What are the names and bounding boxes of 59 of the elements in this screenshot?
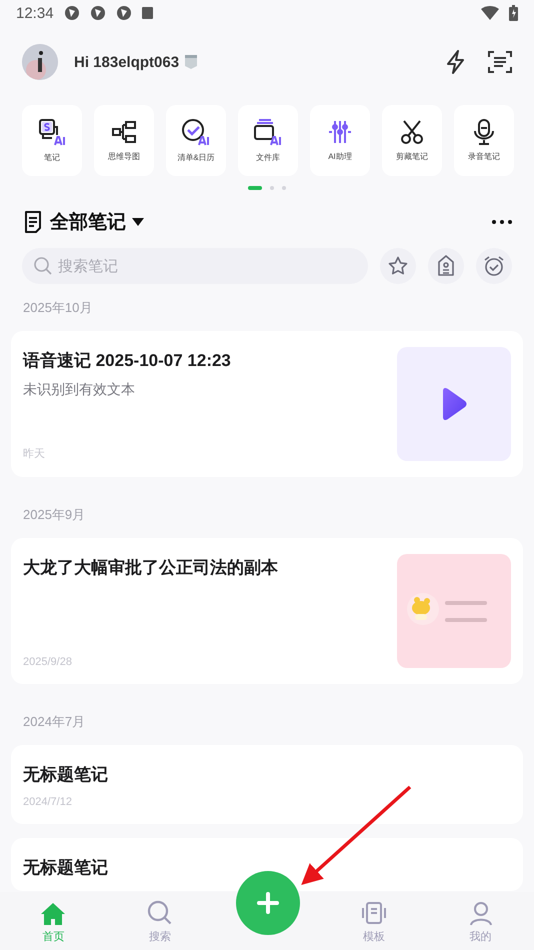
wifi-icon	[481, 6, 499, 20]
star-icon	[388, 256, 408, 276]
tool-tile[interactable]: AI助理	[310, 105, 370, 176]
template-icon	[360, 900, 387, 926]
search-icon	[147, 900, 174, 926]
note-card[interactable]: 无标题笔记	[11, 838, 523, 891]
keyboard-notification-icon	[142, 7, 153, 19]
note-card[interactable]: 大龙了大幅审批了公正司法的副本 2025/9/28	[11, 538, 523, 684]
note-date: 2025/9/28	[23, 655, 73, 668]
status-time: 12:34	[16, 4, 54, 22]
play-icon	[441, 387, 467, 421]
aperture-icon	[90, 5, 106, 21]
aperture-icon	[64, 5, 80, 21]
note-snippet: 未识别到有效文本	[23, 381, 136, 399]
battery-icon	[509, 5, 518, 21]
badge-icon	[184, 54, 198, 70]
tag-icon	[437, 255, 455, 277]
check-ai-icon	[181, 118, 211, 146]
mindmap-icon	[111, 119, 137, 145]
note-title: 大龙了大幅审批了公正司法的副本	[23, 557, 279, 579]
profile-icon	[468, 900, 494, 926]
home-icon	[40, 902, 66, 926]
note-title: 无标题笔记	[23, 764, 109, 786]
month-label: 2025年9月	[22, 506, 86, 524]
caret-icon[interactable]	[132, 218, 144, 226]
notes-title[interactable]: 全部笔记	[50, 209, 126, 235]
tool-tile[interactable]: 剪藏笔记	[382, 105, 442, 176]
note-card[interactable]: 无标题笔记 2024/7/12	[11, 745, 523, 824]
alarm-clock-icon	[483, 255, 505, 277]
aperture-icon	[116, 5, 132, 21]
note-ai-icon	[37, 118, 67, 146]
greeting: Hi 183elqpt063	[74, 54, 180, 70]
folder-ai-icon	[253, 118, 283, 146]
tool-tile[interactable]: 笔记	[22, 105, 82, 176]
more-icon[interactable]	[492, 220, 512, 224]
search-field[interactable]: 搜索笔记	[22, 248, 368, 284]
audio-thumbnail[interactable]	[397, 347, 511, 461]
plus-icon	[257, 892, 279, 914]
month-label: 2024年7月	[22, 713, 86, 731]
sliders-icon	[327, 119, 353, 145]
note-title: 无标题笔记	[23, 857, 109, 879]
note-title: 语音速记 2025-10-07 12:23	[23, 350, 232, 372]
note-date: 昨天	[23, 447, 46, 461]
tool-tile[interactable]: 录音笔记	[454, 105, 514, 176]
scissors-icon	[399, 119, 425, 145]
month-label: 2025年10月	[22, 299, 94, 317]
tag-button[interactable]	[428, 248, 464, 284]
avatar[interactable]	[22, 44, 58, 80]
favorites-button[interactable]	[380, 248, 416, 284]
tool-tile[interactable]: 清单&日历	[166, 105, 226, 176]
note-card[interactable]: 语音速记 2025-10-07 12:23 未识别到有效文本 昨天	[11, 331, 523, 477]
tool-tile[interactable]: 文件库	[238, 105, 298, 176]
microphone-icon	[471, 119, 497, 145]
note-date: 2024/7/12	[23, 795, 73, 808]
lightning-icon[interactable]	[446, 50, 466, 74]
scan-icon[interactable]	[488, 50, 512, 74]
note-icon	[24, 211, 42, 233]
tool-tile[interactable]: 思维导图	[94, 105, 154, 176]
reminder-button[interactable]	[476, 248, 512, 284]
